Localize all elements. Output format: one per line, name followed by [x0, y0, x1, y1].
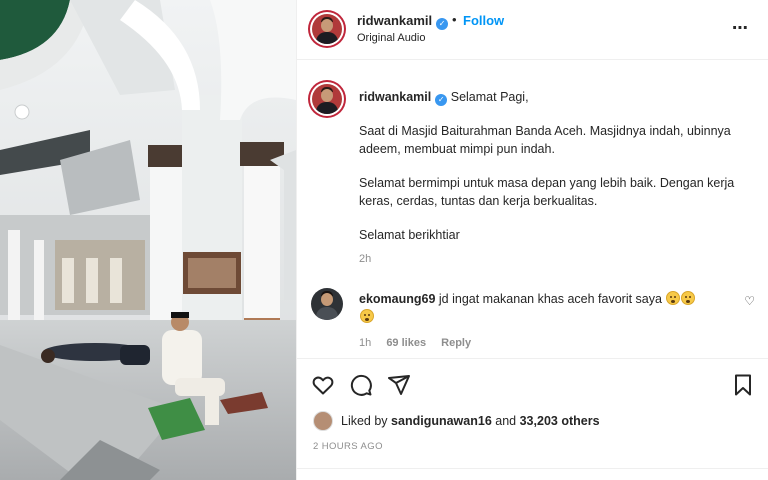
- post-header: ridwankamil ✓ • Follow Original Audio ⋯: [297, 0, 768, 60]
- share-icon[interactable]: [387, 373, 411, 397]
- caption-username[interactable]: ridwankamil: [359, 90, 431, 104]
- post-image[interactable]: [0, 0, 296, 480]
- author-username[interactable]: ridwankamil: [357, 13, 432, 28]
- liked-by-prefix: Liked by: [341, 414, 388, 428]
- comment-text: ekomaung69 jd ingat makanan khas aceh fa…: [359, 290, 739, 326]
- liked-by-user[interactable]: sandigunawan16: [391, 414, 492, 428]
- heart-icon[interactable]: [311, 373, 335, 397]
- commenter-avatar[interactable]: [311, 288, 343, 320]
- commenter-username[interactable]: ekomaung69: [359, 292, 435, 306]
- verified-badge-icon: ✓: [435, 94, 448, 106]
- mosque-photo: [0, 0, 296, 480]
- emoji-icon: [681, 291, 696, 305]
- caption-paragraph-3: Selamat berikhtiar: [359, 228, 460, 242]
- author-avatar[interactable]: [308, 10, 346, 48]
- comment-likes[interactable]: 69 likes: [386, 337, 426, 349]
- comment-time[interactable]: 1h: [359, 337, 371, 349]
- caption-author-avatar[interactable]: [308, 80, 346, 118]
- post-details-panel: ridwankamil ✓ • Follow Original Audio ⋯ r…: [296, 0, 768, 480]
- author-username-row[interactable]: ridwankamil ✓: [357, 13, 449, 30]
- liker-avatar[interactable]: [313, 411, 333, 431]
- follow-button[interactable]: Follow: [463, 13, 504, 28]
- verified-badge-icon: ✓: [436, 18, 449, 30]
- caption-paragraph-1: Saat di Masjid Baiturahman Banda Aceh. M…: [359, 124, 731, 156]
- reply-button[interactable]: Reply: [441, 337, 471, 349]
- liked-by-text: Liked by sandigunawan16 and 33,203 other…: [341, 414, 600, 428]
- divider: [297, 468, 768, 469]
- comment-like-heart-icon[interactable]: ♡: [744, 294, 755, 308]
- emoji-icon: [666, 291, 681, 305]
- caption-paragraph-2: Selamat bermimpi untuk masa depan yang l…: [359, 176, 735, 208]
- more-options-icon[interactable]: ⋯: [732, 18, 749, 38]
- emoji-icon: [360, 309, 374, 323]
- caption-text: ridwankamil ✓ Selamat Pagi, Saat di Masji…: [359, 88, 749, 244]
- separator-dot: •: [452, 12, 457, 27]
- caption-time[interactable]: 2h: [359, 253, 371, 265]
- bookmark-icon[interactable]: [731, 373, 755, 397]
- comment-meta: 1h 69 likes Reply: [359, 337, 483, 349]
- comment-body: jd ingat makanan khas aceh favorit saya: [438, 292, 662, 306]
- likes-summary: Liked by sandigunawan16 and 33,203 other…: [297, 408, 768, 434]
- post-timestamp[interactable]: 2 HOURS AGO: [313, 441, 383, 452]
- action-bar: [297, 358, 768, 410]
- liked-by-and: and: [495, 414, 517, 428]
- caption-greeting: Selamat Pagi,: [450, 90, 529, 104]
- liked-by-others[interactable]: 33,203 others: [520, 414, 600, 428]
- comment-icon[interactable]: [349, 373, 373, 397]
- audio-link[interactable]: Original Audio: [357, 32, 426, 44]
